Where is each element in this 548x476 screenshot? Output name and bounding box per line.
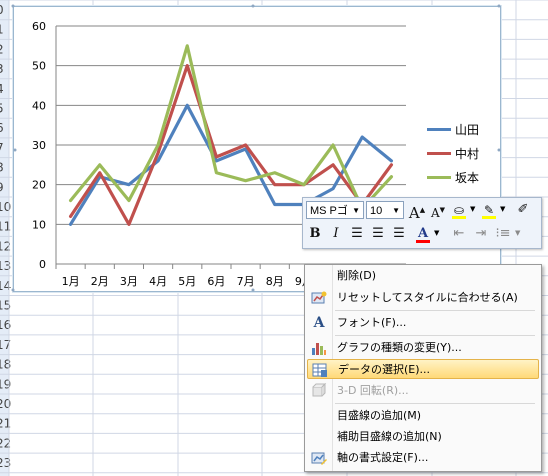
y-tick-label: 50	[32, 60, 46, 73]
reset-style-icon	[311, 290, 327, 306]
italic-icon: I	[333, 226, 339, 241]
menu-separator	[335, 335, 535, 336]
menu-item-add-major-gridlines[interactable]: 目盛線の追加(M)	[307, 406, 539, 426]
menu-item-label: 3-D 回転(R)...	[337, 384, 409, 397]
resize-handle[interactable]	[13, 148, 17, 152]
outline-color-swatch	[482, 216, 496, 219]
y-tick-label: 10	[32, 218, 46, 231]
x-tick-label: 2月	[91, 275, 109, 288]
menu-item-format-axis[interactable]: 軸の書式設定(F)...	[307, 448, 539, 468]
menu-item-label: 目盛線の追加(M)	[337, 409, 422, 422]
menu-item-label: フォント(F)...	[337, 316, 407, 329]
resize-handle[interactable]	[11, 4, 15, 8]
resize-handle[interactable]	[497, 148, 501, 152]
brush-icon: ✐	[517, 202, 529, 217]
menu-item-add-minor-gridlines[interactable]: 補助目盛線の追加(N)	[307, 427, 539, 447]
increase-indent-button[interactable]: ⇥	[471, 225, 491, 243]
font-size-value: 10	[370, 205, 383, 217]
align-right-icon: ☰	[393, 226, 405, 241]
font-color-button[interactable]: A	[413, 225, 433, 243]
increase-indent-icon: ⇥	[475, 226, 487, 241]
legend-swatch-nakamura	[427, 152, 451, 155]
align-justify-button[interactable]: ☰	[368, 225, 388, 243]
shrink-font-icon: A	[430, 206, 440, 220]
pencil-icon: ✎	[483, 203, 495, 217]
decrease-indent-button[interactable]: ⇤	[449, 225, 469, 243]
align-right-button[interactable]: ☰	[389, 225, 409, 243]
font-icon: A	[313, 315, 325, 331]
align-justify-icon: ☰	[372, 226, 384, 241]
chevron-down-icon[interactable]: ▼	[515, 229, 520, 237]
legend-swatch-sakamoto	[427, 176, 451, 179]
chevron-down-icon[interactable]: ▼	[392, 202, 400, 220]
font-color-icon: A	[417, 226, 429, 241]
menu-item-font[interactable]: A フォント(F)...	[307, 313, 539, 333]
legend-label-yamada: 山田	[455, 123, 480, 137]
align-center-icon: ☰	[351, 226, 363, 241]
italic-button[interactable]: I	[326, 225, 346, 243]
menu-item-label: 軸の書式設定(F)...	[337, 451, 429, 464]
menu-item-change-chart-type[interactable]: グラフの種類の変更(Y)...	[307, 338, 539, 358]
grow-font-icon: A	[408, 204, 420, 222]
y-tick-label: 20	[32, 179, 46, 192]
menu-item-label: 削除(D)	[337, 269, 377, 282]
format-painter-button[interactable]: ✐	[513, 201, 533, 219]
grow-font-button[interactable]: A▲	[407, 201, 427, 222]
font-name-value: MS Pゴ	[310, 205, 348, 217]
font-color-swatch	[416, 240, 430, 243]
font-name-combo[interactable]: MS Pゴ ▼	[306, 201, 364, 219]
chevron-down-icon[interactable]: ▼	[434, 229, 439, 237]
bullets-button[interactable]: ⁝≡	[493, 225, 513, 243]
y-tick-label: 40	[32, 99, 46, 112]
paint-bucket-icon: ⛀	[453, 203, 465, 217]
menu-item-3d-rotation[interactable]: 3-D 回転(R)...	[307, 381, 539, 401]
chevron-down-icon[interactable]: ▼	[352, 202, 360, 220]
x-tick-label: 5月	[178, 275, 196, 288]
y-tick-label: 0	[39, 258, 46, 271]
menu-separator	[335, 403, 535, 404]
legend-label-nakamura: 中村	[455, 147, 480, 161]
menu-separator	[335, 310, 535, 311]
chart-type-icon	[311, 340, 327, 356]
outline-color-button[interactable]: ✎	[479, 201, 499, 219]
rotate-3d-icon	[311, 382, 327, 399]
x-tick-label: 3月	[120, 275, 138, 288]
x-tick-label: 7月	[237, 275, 255, 288]
menu-item-label: グラフの種類の変更(Y)...	[337, 341, 462, 354]
legend-label-sakamoto: 坂本	[455, 171, 480, 185]
shrink-font-button[interactable]: A▼	[428, 201, 448, 220]
y-tick-label: 30	[32, 139, 46, 152]
menu-item-label: 補助目盛線の追加(N)	[337, 430, 442, 443]
select-data-icon	[312, 362, 328, 378]
bold-icon: B	[309, 226, 321, 241]
x-tick-label: 8月	[266, 275, 284, 288]
chevron-down-icon[interactable]: ▼	[470, 205, 475, 213]
align-center-button[interactable]: ☰	[347, 225, 367, 243]
resize-handle[interactable]	[11, 288, 15, 292]
font-size-combo[interactable]: 10 ▼	[366, 201, 404, 219]
fill-color-swatch	[452, 216, 466, 219]
chevron-down-icon[interactable]: ▼	[500, 205, 505, 213]
bullet-list-icon: ⁝≡	[495, 226, 511, 241]
resize-handle[interactable]	[497, 4, 501, 8]
y-tick-label: 60	[32, 20, 46, 33]
bold-button[interactable]: B	[305, 225, 325, 243]
menu-item-label: データの選択(E)...	[338, 363, 431, 376]
fill-color-button[interactable]: ⛀	[449, 201, 469, 219]
x-tick-label: 1月	[62, 275, 80, 288]
decrease-indent-icon: ⇤	[453, 226, 465, 241]
menu-item-label: リセットしてスタイルに合わせる(A)	[337, 291, 518, 304]
menu-item-delete[interactable]: 削除(D)	[307, 266, 539, 286]
series-line-2[interactable]	[68, 44, 394, 211]
legend-swatch-yamada	[427, 128, 451, 131]
x-tick-label: 4月	[149, 275, 167, 288]
menu-item-select-data[interactable]: データの選択(E)...	[307, 359, 539, 379]
resize-handle[interactable]	[251, 4, 255, 8]
format-axis-icon	[311, 450, 327, 466]
menu-item-reset-style[interactable]: リセットしてスタイルに合わせる(A)	[307, 288, 539, 308]
context-menu: 削除(D) リセットしてスタイルに合わせる(A) A フォント(F)... グラ…	[304, 264, 542, 472]
x-tick-label: 6月	[207, 275, 225, 288]
resize-handle[interactable]	[251, 288, 255, 292]
mini-toolbar: MS Pゴ ▼ 10 ▼ A▲ A▼ ⛀ ▼ ✎ ▼ ✐ B I ☰ ☰ ☰ A…	[302, 197, 542, 249]
